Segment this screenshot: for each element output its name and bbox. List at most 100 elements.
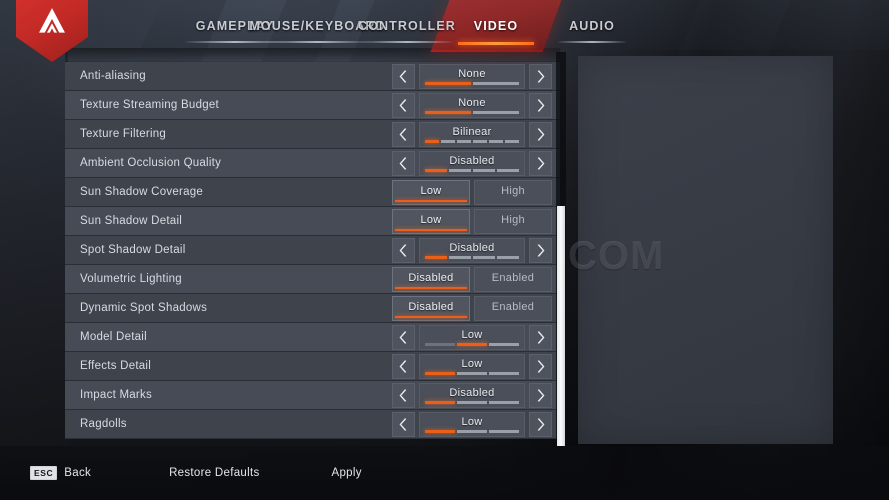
- settings-row[interactable]: Model Detail Low: [65, 323, 560, 352]
- restore-defaults-button[interactable]: Restore Defaults: [169, 467, 259, 479]
- chevron-left-icon[interactable]: [392, 325, 415, 350]
- apply-button[interactable]: Apply: [332, 467, 362, 479]
- level-segment: [473, 82, 519, 85]
- chevron-right-icon[interactable]: [529, 238, 552, 263]
- setting-control: Disabled: [392, 383, 552, 408]
- chevron-left-icon[interactable]: [392, 354, 415, 379]
- toggle-option[interactable]: Disabled: [392, 267, 470, 292]
- chevron-right-icon[interactable]: [529, 412, 552, 437]
- level-segment: [425, 430, 455, 433]
- toggle-option[interactable]: High: [474, 209, 552, 234]
- toggle-option[interactable]: Enabled: [474, 267, 552, 292]
- setting-level-indicator: [425, 343, 519, 346]
- setting-control: Disabled Enabled: [392, 267, 552, 292]
- toggle-option-label: Low: [420, 185, 442, 197]
- back-button[interactable]: ESC Back: [30, 466, 91, 480]
- settings-row[interactable]: Texture Filtering Bilinear: [65, 120, 560, 149]
- settings-row[interactable]: Dynamic Spot Shadows Disabled Enabled: [65, 294, 560, 323]
- main-nav: GAMEPLAY MOUSE/KEYBOARD CONTROLLER VIDEO AUD…: [0, 0, 889, 52]
- setting-label: Spot Shadow Detail: [80, 244, 186, 256]
- chevron-right-icon[interactable]: [529, 151, 552, 176]
- settings-row[interactable]: Sun Shadow Detail Low High: [65, 207, 560, 236]
- setting-value: None: [458, 68, 486, 80]
- chevron-left-icon[interactable]: [392, 412, 415, 437]
- nav-tab-label: AUDIO: [569, 19, 615, 33]
- nav-tab-controller[interactable]: CONTROLLER: [352, 0, 462, 52]
- setting-label: Ragdolls: [80, 418, 127, 430]
- chevron-left-icon[interactable]: [392, 383, 415, 408]
- setting-level-indicator: [425, 82, 519, 85]
- level-segment: [425, 343, 455, 346]
- setting-control: Disabled: [392, 151, 552, 176]
- setting-control: Low: [392, 325, 552, 350]
- toggle-option[interactable]: Low: [392, 209, 470, 234]
- setting-level-indicator: [425, 256, 519, 259]
- nav-tab-video[interactable]: VIDEO: [430, 0, 562, 52]
- level-segment: [457, 343, 487, 346]
- settings-row[interactable]: Spot Shadow Detail Disabled: [65, 236, 560, 265]
- setting-label: Model Detail: [80, 331, 147, 343]
- settings-row[interactable]: Impact Marks Disabled: [65, 381, 560, 410]
- setting-control: None: [392, 64, 552, 89]
- nav-tab-label: VIDEO: [473, 19, 519, 33]
- setting-value-box[interactable]: Low: [419, 412, 525, 437]
- setting-value: Disabled: [449, 242, 495, 254]
- video-settings-list[interactable]: Anti-aliasing None Texture Streaming Budge…: [65, 48, 560, 446]
- chevron-left-icon[interactable]: [392, 93, 415, 118]
- setting-label: Ambient Occlusion Quality: [80, 157, 222, 169]
- setting-value-box[interactable]: Disabled: [419, 238, 525, 263]
- chevron-left-icon[interactable]: [392, 151, 415, 176]
- chevron-right-icon[interactable]: [529, 354, 552, 379]
- settings-scrollbar-track[interactable]: [556, 52, 566, 446]
- level-segment: [449, 256, 471, 259]
- level-segment: [473, 140, 487, 143]
- settings-row[interactable]: Texture Streaming Budget None: [65, 91, 560, 120]
- nav-tab-underline: [558, 41, 626, 43]
- setting-value: Disabled: [449, 387, 495, 399]
- setting-label: Texture Filtering: [80, 128, 167, 140]
- setting-level-indicator: [425, 372, 519, 375]
- chevron-left-icon[interactable]: [392, 64, 415, 89]
- toggle-option[interactable]: High: [474, 180, 552, 205]
- settings-row[interactable]: Ambient Occlusion Quality Disabled: [65, 149, 560, 178]
- level-segment: [425, 169, 447, 172]
- level-segment: [457, 401, 487, 404]
- settings-row[interactable]: Anti-aliasing None: [65, 62, 560, 91]
- settings-row[interactable]: Ragdolls Low: [65, 410, 560, 439]
- settings-scrollbar-thumb[interactable]: [557, 205, 565, 446]
- chevron-right-icon[interactable]: [529, 383, 552, 408]
- chevron-right-icon[interactable]: [529, 93, 552, 118]
- setting-value-box[interactable]: Low: [419, 354, 525, 379]
- toggle-option-label: Enabled: [491, 301, 535, 313]
- settings-row[interactable]: Sun Shadow Coverage Low High: [65, 178, 560, 207]
- chevron-right-icon[interactable]: [529, 64, 552, 89]
- level-segment: [489, 343, 519, 346]
- toggle-option[interactable]: Low: [392, 180, 470, 205]
- level-segment: [457, 372, 487, 375]
- setting-value-box[interactable]: None: [419, 93, 525, 118]
- settings-row[interactable]: Volumetric Lighting Disabled Enabled: [65, 265, 560, 294]
- level-segment: [489, 372, 519, 375]
- chevron-right-icon[interactable]: [529, 325, 552, 350]
- level-segment: [425, 140, 439, 143]
- chevron-left-icon[interactable]: [392, 122, 415, 147]
- settings-row[interactable]: Effects Detail Low: [65, 352, 560, 381]
- toggle-option[interactable]: Disabled: [392, 296, 470, 321]
- toggle-option[interactable]: Enabled: [474, 296, 552, 321]
- setting-value-box[interactable]: Disabled: [419, 151, 525, 176]
- setting-control: Low: [392, 354, 552, 379]
- chevron-right-icon[interactable]: [529, 122, 552, 147]
- nav-tab-audio[interactable]: AUDIO: [552, 0, 632, 52]
- setting-value-box[interactable]: Low: [419, 325, 525, 350]
- setting-control: Disabled: [392, 238, 552, 263]
- level-segment: [441, 140, 455, 143]
- setting-value: None: [458, 97, 486, 109]
- nav-tabs: GAMEPLAY MOUSE/KEYBOARD CONTROLLER VIDEO AUD…: [0, 0, 889, 52]
- nav-tab-underline: [360, 41, 454, 43]
- toggle-option-label: Disabled: [408, 301, 454, 313]
- setting-value-box[interactable]: None: [419, 64, 525, 89]
- chevron-left-icon[interactable]: [392, 238, 415, 263]
- setting-value-box[interactable]: Disabled: [419, 383, 525, 408]
- setting-value-box[interactable]: Bilinear: [419, 122, 525, 147]
- level-segment: [449, 169, 471, 172]
